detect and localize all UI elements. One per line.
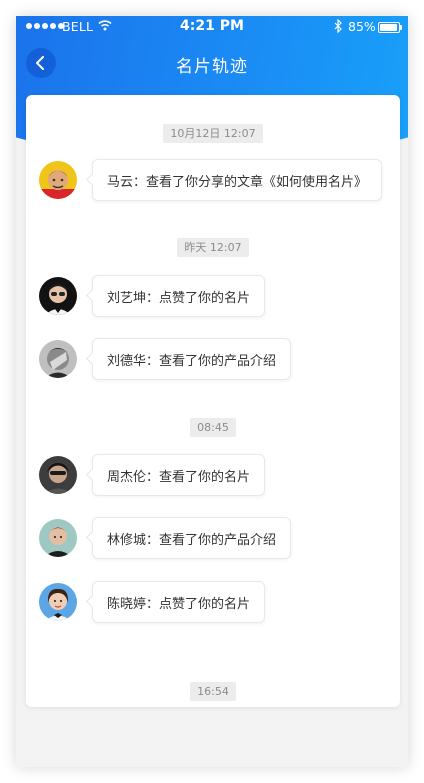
page-title: 名片轨迹 bbox=[176, 57, 248, 77]
avatar[interactable] bbox=[39, 340, 77, 378]
timestamp-label: 昨天 12:07 bbox=[26, 236, 400, 257]
activity-message[interactable]: 林修城：查看了你的产品介绍 bbox=[92, 517, 292, 559]
activity-message[interactable]: 刘艺坤：点赞了你的名片 bbox=[92, 275, 266, 317]
activity-message[interactable]: 马云：查看了你分享的文章《如何使用名片》 bbox=[92, 159, 383, 201]
avatar[interactable] bbox=[39, 583, 77, 621]
activity-message[interactable]: 刘德华：查看了你的产品介绍 bbox=[92, 338, 292, 380]
phone-frame: BELL 4:21 PM 85% 名片轨迹 10月12日 12:07 马云：查看… bbox=[16, 16, 408, 767]
timestamp-label: 16:54 bbox=[26, 680, 400, 701]
timestamp-label: 10月12日 12:07 bbox=[26, 122, 400, 143]
activity-message[interactable]: 周杰伦：查看了你的名片 bbox=[92, 454, 266, 496]
status-bar: BELL 4:21 PM 85% bbox=[16, 16, 408, 38]
timestamp-label: 08:45 bbox=[26, 416, 400, 437]
avatar[interactable] bbox=[39, 519, 77, 557]
avatar[interactable] bbox=[39, 277, 77, 315]
timeline-card: 10月12日 12:07 马云：查看了你分享的文章《如何使用名片》 昨天 12:… bbox=[26, 95, 400, 707]
battery-level bbox=[380, 24, 397, 31]
battery-icon bbox=[378, 22, 402, 33]
battery-percent: 85% bbox=[348, 19, 376, 34]
avatar[interactable] bbox=[39, 456, 77, 494]
bluetooth-icon bbox=[334, 19, 342, 33]
activity-message[interactable]: 陈晓婷：点赞了你的名片 bbox=[92, 581, 266, 623]
avatar[interactable] bbox=[39, 161, 77, 199]
